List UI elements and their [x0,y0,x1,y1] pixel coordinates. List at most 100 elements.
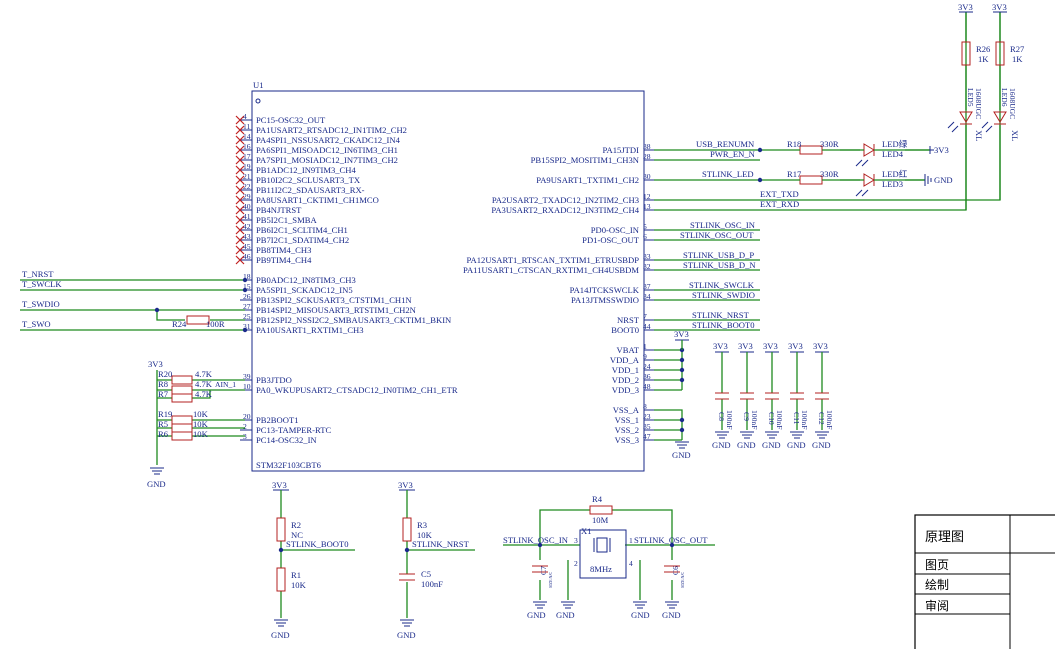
u1-pin-number: 45 [243,242,251,251]
svg-text:3V3: 3V3 [674,329,689,339]
svg-text:330R: 330R [820,169,839,179]
u1-pin-name: PA4SPI1_NSSUSART2_CKADC12_IN4 [256,135,401,145]
svg-text:100nF: 100nF [750,410,759,429]
u1-chip[interactable]: U1 STM32F103CBT6 4 PC15-OSC32_OUT 11 PA1USA… [235,80,654,472]
c5-capacitor[interactable]: C5100nF [399,569,443,589]
u1-part: STM32F103CBT6 [256,460,322,470]
svg-text:100nF: 100nF [825,410,834,429]
svg-text:SIZE:N/C: SIZE:N/C [548,571,553,588]
u1-pin-name: PB14SPI2_MISOUSART3_RTSTIM1_CH2N [256,305,417,315]
net-stlink-led: STLINK_LED [702,169,754,179]
u1-pin-name: PA6SPI1_MISOADC12_IN6TIM3_CH1 [256,145,398,155]
r6-resistor[interactable]: R6 10K [158,429,209,441]
r18-resistor[interactable]: R18 330R [785,139,860,155]
r4-resistor[interactable]: R4 10M [589,494,613,525]
u1-pin-number: 8 [643,402,647,411]
u1-right-pins: 38PA15JTDI28PB15SPI2_MOSITIM1_CH3N30 PA9U… [463,142,654,445]
svg-text:C5: C5 [421,569,431,579]
u1-pin-name: PB5I2C1_SMBA [256,215,317,225]
svg-text:LED3: LED3 [882,179,903,189]
svg-text:R7: R7 [158,389,169,399]
u1-ref: U1 [253,80,264,90]
svg-text:X1: X1 [581,526,592,536]
u1-pin-number: 13 [643,202,651,211]
title-block-row-1: 图页 [925,558,949,572]
svg-text:GND: GND [556,610,575,620]
svg-text:4.7K: 4.7K [195,389,213,399]
u1-pin-name: PB3JTDO [256,375,292,385]
svg-text:R26: R26 [976,44,991,54]
u1-pin-name: PB8TIM4_CH3 [256,245,311,255]
r24-resistor[interactable]: R24 100R [172,315,225,329]
capacitor-c9[interactable]: 3V3 C9 100nF GND [737,341,759,450]
u1-pin-number: 36 [643,372,651,381]
svg-text:R27: R27 [1010,44,1025,54]
net-stlink-osc-out-bottom: STLINK_OSC_OUT [634,535,708,545]
capacitor-c12[interactable]: 3V3 C12 100nF GND [812,341,834,450]
led6-diode[interactable]: LED6 1608UGC XL [981,88,1020,141]
svg-text:4: 4 [629,559,633,568]
svg-text:C8: C8 [717,412,726,421]
r3-resistor[interactable]: R310K [402,517,433,542]
svg-text:3V3: 3V3 [398,480,413,490]
svg-text:3V3: 3V3 [813,341,828,351]
u1-pin-number: 14 [243,132,251,141]
u1-pin-number: 21 [243,172,251,181]
led4-diode[interactable]: LED绿 LED4 [855,138,930,167]
svg-text:100nF: 100nF [800,410,809,429]
power-3v3-r26: 3V3 [958,2,973,13]
svg-text:3V3: 3V3 [148,359,163,369]
u1-pin-number: 43 [243,232,251,241]
svg-text:100nF: 100nF [421,579,443,589]
svg-text:LED绿: LED绿 [882,138,908,149]
svg-text:3V3: 3V3 [738,341,753,351]
u1-pin-name: PA13JTMSSWDIO [571,295,639,305]
net-stlink-swclk: STLINK_SWCLK [689,280,755,290]
c7-capacitor[interactable]: C7SIZE:N/C [532,565,553,588]
r1-resistor[interactable]: R110K [276,567,307,592]
x1-crystal[interactable]: X1 8MHz 3 1 2 4 [574,526,633,579]
u1-pin-name: VSS_3 [615,435,639,445]
capacitor-c8[interactable]: 3V3 C8 100nF GND [712,341,734,450]
u1-pin-name: PA11USART1_CTSCAN_RXTIM1_CH4USBDM [463,265,639,275]
svg-text:3V3: 3V3 [713,341,728,351]
svg-text:R18: R18 [787,139,801,149]
title-block-row-3: 审阅 [925,598,949,613]
u1-pin-right: 30 PA9USART1_TXTIM1_CH2 [536,172,654,185]
u1-pin-number: 40 [243,202,251,211]
svg-text:4.7K: 4.7K [195,369,213,379]
svg-text:C7: C7 [539,566,548,575]
schematic-canvas: U1 STM32F103CBT6 4 PC15-OSC32_OUT11 PA1USA… [20,2,1055,649]
u1-pin-number: 6 [643,232,647,241]
r7-resistor[interactable]: R7 4.7K [158,389,213,403]
svg-text:3V3: 3V3 [992,2,1007,12]
u1-pin-number: 48 [643,382,651,391]
net-t-swdio: T_SWDIO [22,299,60,309]
c6-capacitor[interactable]: C6SIZE:N/C [664,565,685,588]
svg-text:LED4: LED4 [882,149,904,159]
u1-pin-name: VDD_A [610,355,640,365]
svg-text:R2: R2 [291,520,301,530]
u1-pin-number: 38 [643,142,651,151]
u1-pin-name: VDD_3 [612,385,639,395]
u1-pin-number: 17 [243,152,251,161]
r2-resistor[interactable]: R2NC [276,517,303,542]
svg-text:R19: R19 [158,409,172,419]
svg-text:C10: C10 [767,412,776,425]
u1-pin-name: PC14-OSC32_IN [256,435,317,445]
u1-pin-name: PA2USART2_TXADC12_IN2TIM2_CH3 [492,195,639,205]
u1-pin-name: PB1ADC12_IN9TIM3_CH4 [256,165,356,175]
capacitor-c11[interactable]: 3V3 C11 100nF GND [787,341,809,450]
svg-text:10K: 10K [417,530,433,540]
net-ext-rxd: EXT_RXD [760,199,799,209]
r17-resistor[interactable]: R17 330R [785,169,860,185]
u1-pin-number: 4 [243,112,247,121]
u1-pin-name: PD0-OSC_IN [591,225,640,235]
svg-text:3V3: 3V3 [958,2,973,12]
u1-pin-name: PB6I2C1_SCLTIM4_CH1 [256,225,348,235]
u1-pin-right: 37PA14JTCKSWCLK [570,282,654,295]
net-stlink-swdio: STLINK_SWDIO [692,290,755,300]
svg-text:1: 1 [629,536,633,545]
capacitor-c10[interactable]: 3V3 C10 100nF GND [762,341,784,450]
led3-diode[interactable]: LED红 LED3 [855,168,925,197]
